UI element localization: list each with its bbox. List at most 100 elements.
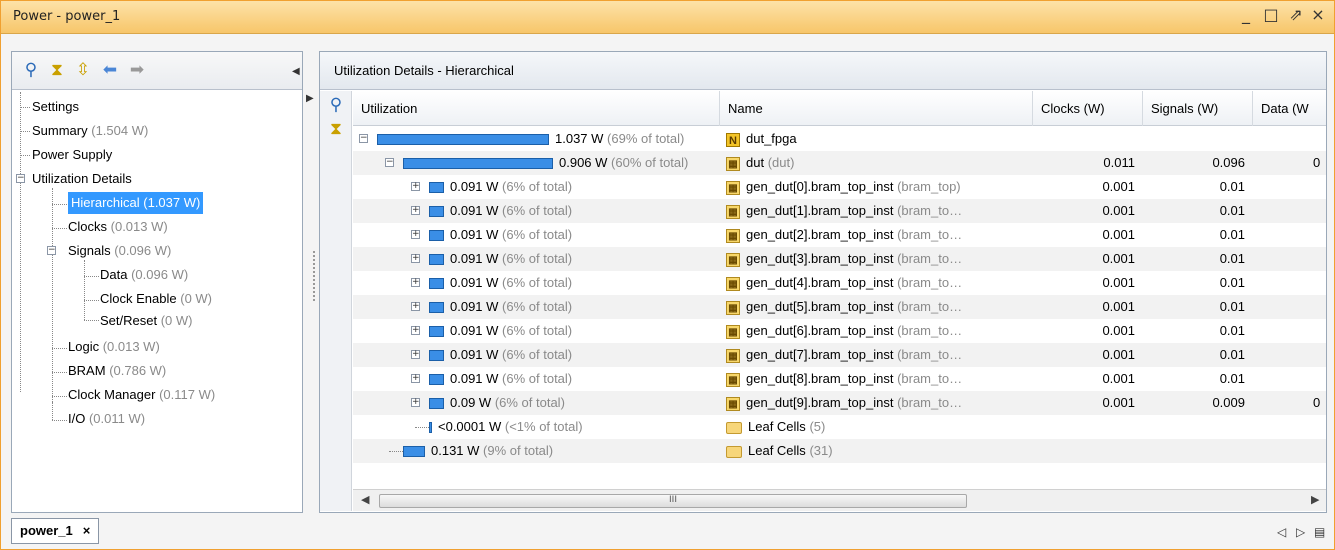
power-value: 0.091 W bbox=[450, 179, 499, 194]
table-row[interactable]: +0.091 W (6% of total) ▦ gen_dut[1].bram_t… bbox=[353, 199, 1326, 223]
expand-all-icon[interactable]: ⇳ bbox=[72, 60, 94, 80]
tree-item-clock-manager[interactable]: Clock Manager (0.117 W) bbox=[68, 384, 215, 406]
collapse-row-icon[interactable]: − bbox=[359, 134, 368, 143]
restore-button[interactable]: ⇗ bbox=[1286, 5, 1306, 24]
table-row[interactable]: 0.131 W (9% of total) Leaf Cells (31) bbox=[353, 439, 1326, 463]
cell-data bbox=[1253, 247, 1326, 271]
tree-item-set-reset[interactable]: Set/Reset (0 W) bbox=[100, 310, 193, 332]
column-header-signals[interactable]: Signals (W) bbox=[1143, 91, 1253, 126]
module-icon: ▦ bbox=[726, 180, 740, 195]
table-row[interactable]: +0.091 W (6% of total) ▦ gen_dut[5].bram_t… bbox=[353, 295, 1326, 319]
expand-row-icon[interactable]: + bbox=[411, 350, 420, 359]
tree-item-logic[interactable]: Logic (0.013 W) bbox=[68, 336, 160, 358]
expand-row-icon[interactable]: + bbox=[411, 254, 420, 263]
expand-row-icon[interactable]: + bbox=[411, 326, 420, 335]
power-value: 0.091 W bbox=[450, 371, 499, 386]
utilization-bar bbox=[429, 326, 444, 338]
cell-data bbox=[1253, 223, 1326, 247]
expand-row-icon[interactable]: + bbox=[411, 278, 420, 287]
table-row[interactable]: +0.091 W (6% of total) ▦ gen_dut[3].bram_t… bbox=[353, 247, 1326, 271]
scroll-left-arrow-icon[interactable]: ◀ bbox=[361, 493, 369, 506]
tree-connector bbox=[389, 451, 403, 452]
search-icon[interactable]: ⚲ bbox=[20, 60, 42, 80]
power-percent: (69% of total) bbox=[607, 131, 685, 146]
table-row[interactable]: +0.091 W (6% of total) ▦ gen_dut[0].bram_t… bbox=[353, 175, 1326, 199]
next-tab-icon[interactable]: ▷ bbox=[1296, 525, 1305, 539]
cell-data bbox=[1253, 343, 1326, 367]
tree-item-clock-enable[interactable]: Clock Enable (0 W) bbox=[100, 288, 212, 310]
column-header-utilization[interactable]: Utilization bbox=[353, 91, 720, 126]
column-header-name[interactable]: Name bbox=[720, 91, 1033, 126]
expand-row-icon[interactable]: + bbox=[411, 230, 420, 239]
tree-item-power-supply[interactable]: Power Supply bbox=[32, 144, 112, 166]
tree-item-summary[interactable]: Summary (1.504 W) bbox=[32, 120, 148, 142]
expand-row-icon[interactable]: + bbox=[411, 374, 420, 383]
column-header-data[interactable]: Data (W bbox=[1253, 91, 1326, 126]
utilization-table: Utilization Name Clocks (W) Signals (W) … bbox=[353, 91, 1326, 489]
maximize-button[interactable]: □ bbox=[1261, 5, 1281, 24]
search-icon[interactable]: ⚲ bbox=[325, 95, 347, 115]
table-row[interactable]: +0.091 W (6% of total) ▦ gen_dut[6].bram_t… bbox=[353, 319, 1326, 343]
tree-item-hierarchical[interactable]: Hierarchical (1.037 W) bbox=[68, 192, 204, 214]
window-title: Power - power_1 bbox=[13, 9, 121, 24]
utilization-bar bbox=[429, 374, 444, 386]
table-row[interactable]: <0.0001 W (<1% of total) Leaf Cells (5) bbox=[353, 415, 1326, 439]
column-header-clocks[interactable]: Clocks (W) bbox=[1033, 91, 1143, 126]
scroll-right-arrow-icon[interactable]: ▶ bbox=[1311, 493, 1319, 506]
collapse-row-icon[interactable]: − bbox=[385, 158, 394, 167]
tree-item-bram[interactable]: BRAM (0.786 W) bbox=[68, 360, 166, 382]
cell-clocks: 0.001 bbox=[1102, 371, 1135, 386]
expand-row-icon[interactable]: + bbox=[411, 182, 420, 191]
tree-item-signals[interactable]: Signals (0.096 W) bbox=[68, 240, 171, 262]
tab-list-icon[interactable]: ▤ bbox=[1314, 525, 1325, 539]
folder-icon bbox=[726, 421, 742, 434]
table-row[interactable]: +0.091 W (6% of total) ▦ gen_dut[8].bram_t… bbox=[353, 367, 1326, 391]
table-row[interactable]: − 1.037 W (69% of total) Ndut_fpga bbox=[353, 127, 1326, 151]
tree-item-clocks[interactable]: Clocks (0.013 W) bbox=[68, 216, 168, 238]
expand-row-icon[interactable]: + bbox=[411, 302, 420, 311]
collapse-signals-icon[interactable]: − bbox=[47, 246, 56, 255]
instance-name: gen_dut[9].bram_top_inst bbox=[746, 395, 894, 410]
module-icon: ▦ bbox=[726, 396, 740, 411]
tree-item-io[interactable]: I/O (0.011 W) bbox=[68, 408, 145, 430]
collapse-utilization-icon[interactable]: − bbox=[16, 174, 25, 183]
cell-signals: 0.009 bbox=[1212, 395, 1245, 410]
expand-right-arrow-icon[interactable]: ▶ bbox=[306, 93, 314, 104]
table-row[interactable]: +0.091 W (6% of total) ▦ gen_dut[2].bram_t… bbox=[353, 223, 1326, 247]
cell-clocks: 0.001 bbox=[1102, 179, 1135, 194]
utilization-bar bbox=[403, 158, 553, 170]
tab-label: power_1 bbox=[20, 523, 73, 538]
forward-arrow-icon[interactable]: ➡ bbox=[126, 60, 148, 80]
tree-item-settings[interactable]: Settings bbox=[32, 96, 79, 118]
close-button[interactable]: × bbox=[1308, 5, 1328, 24]
table-row[interactable]: − 0.906 W (60% of total) ▦ dut (dut) 0.011 0.… bbox=[353, 151, 1326, 175]
minimize-button[interactable]: _ bbox=[1236, 5, 1256, 24]
cell-data bbox=[1253, 127, 1326, 151]
table-row[interactable]: +0.091 W (6% of total) ▦ gen_dut[4].bram_t… bbox=[353, 271, 1326, 295]
tree-item-data[interactable]: Data (0.096 W) bbox=[100, 264, 188, 286]
panel-splitter[interactable] bbox=[313, 251, 316, 301]
instance-name: gen_dut[3].bram_top_inst bbox=[746, 251, 894, 266]
expand-row-icon[interactable]: + bbox=[411, 206, 420, 215]
collapse-all-icon[interactable]: ⧗ bbox=[46, 60, 68, 80]
horizontal-scrollbar[interactable]: ◀ III ▶ bbox=[353, 489, 1326, 511]
power-percent: (<1% of total) bbox=[504, 419, 583, 434]
power-value: 0.131 W bbox=[431, 443, 480, 458]
collapse-all-icon[interactable]: ⧗ bbox=[325, 119, 347, 139]
cell-clocks: 0.001 bbox=[1102, 323, 1135, 338]
close-tab-icon[interactable]: × bbox=[83, 523, 91, 538]
expand-row-icon[interactable]: + bbox=[411, 398, 420, 407]
table-row[interactable]: +0.09 W (6% of total) ▦ gen_dut[9].bram_to… bbox=[353, 391, 1326, 415]
panel-header: Utilization Details - Hierarchical bbox=[320, 52, 1326, 90]
scroll-thumb[interactable]: III bbox=[379, 494, 967, 508]
instance-type: (bram_to… bbox=[897, 347, 963, 362]
tree-item-utilization-details[interactable]: Utilization Details bbox=[32, 168, 132, 190]
table-row[interactable]: +0.091 W (6% of total) ▦ gen_dut[7].bram_t… bbox=[353, 343, 1326, 367]
collapse-left-arrow-icon[interactable]: ◀ bbox=[292, 66, 300, 77]
prev-tab-icon[interactable]: ◁ bbox=[1277, 525, 1286, 539]
back-arrow-icon[interactable]: ⬅ bbox=[99, 60, 121, 80]
tab-power-1[interactable]: power_1 × bbox=[11, 518, 100, 544]
panel-title: Utilization Details - Hierarchical bbox=[334, 63, 514, 78]
power-value: 0.091 W bbox=[450, 299, 499, 314]
instance-type: (bram_to… bbox=[897, 275, 963, 290]
